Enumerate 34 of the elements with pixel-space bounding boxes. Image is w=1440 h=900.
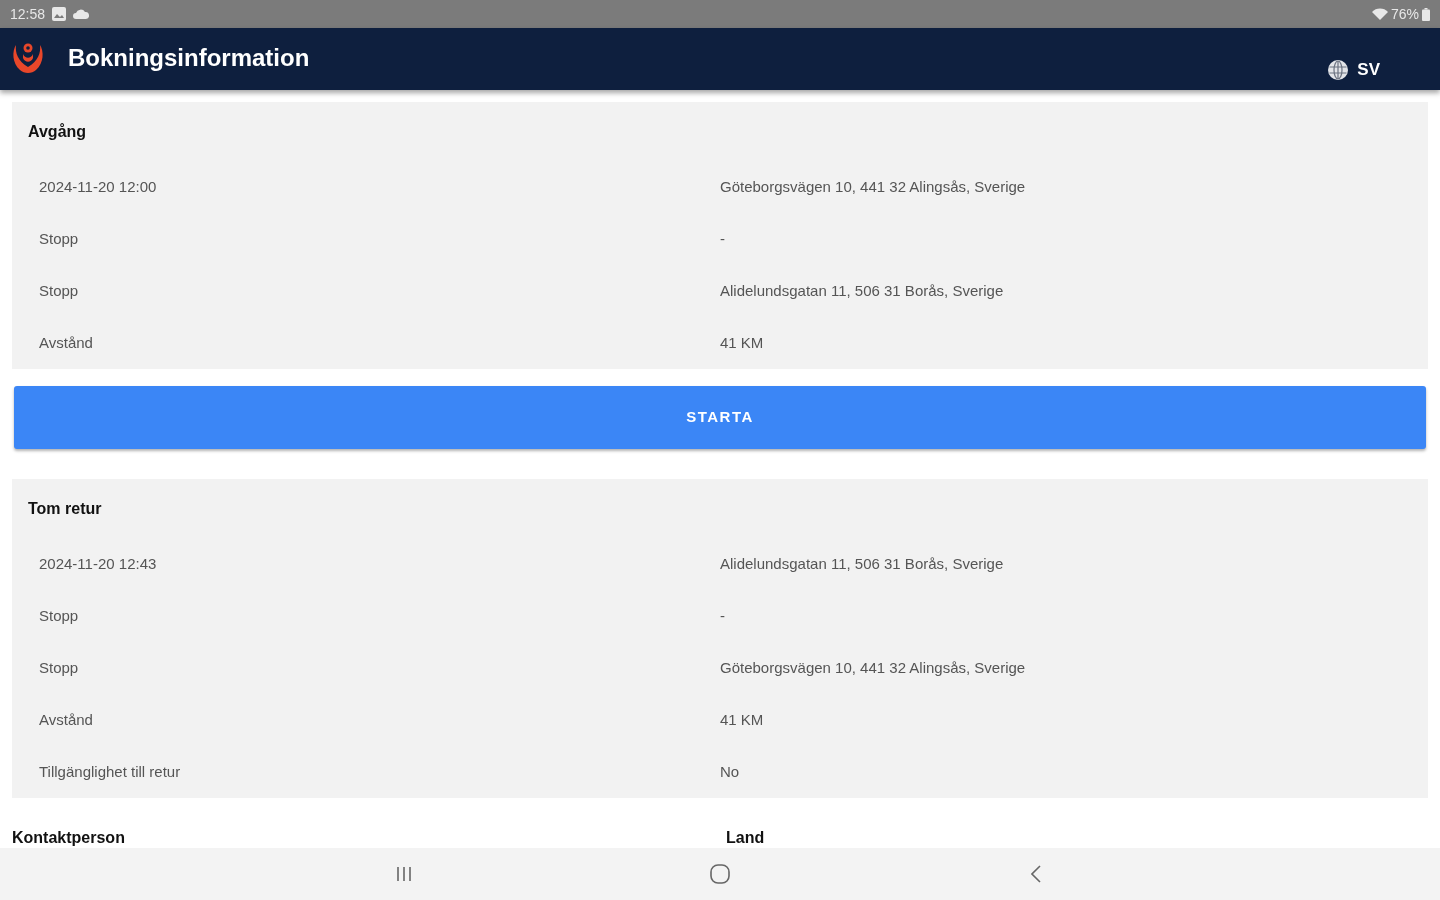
row-label: Tillgänglighet till retur [39,761,181,782]
home-icon[interactable] [708,862,732,886]
logo-icon [12,41,44,75]
status-time: 12:58 [10,4,46,24]
section-title: Tom retur [28,499,103,519]
field-label: Land [725,828,765,848]
row-label: Stopp [39,228,79,249]
row-label: 2024-11-20 12:00 [39,176,157,197]
section-title: Avgång [28,122,88,142]
start-button[interactable]: STARTA [14,386,1426,449]
field-label: Kontaktperson [12,828,125,848]
row-value: Alidelundsgatan 11, 506 31 Borås, Sverige [720,553,1004,574]
cloud-icon [73,9,90,19]
row-label: Stopp [39,605,79,626]
row-value: - [720,228,725,249]
globe-icon [1328,60,1349,80]
image-icon [52,7,67,21]
battery-icon [1422,7,1430,21]
row-value: 41 KM [720,332,764,353]
row-value: Alidelundsgatan 11, 506 31 Borås, Sverige [720,280,1004,301]
row-value: Göteborgsvägen 10, 441 32 Alingsås, Sverige [720,657,1026,678]
row-label: Stopp [39,280,79,301]
row-value: No [720,761,740,782]
row-label: Stopp [39,657,79,678]
row-label: Avstånd [39,709,93,730]
row-value: - [720,605,725,626]
row-value: Göteborgsvägen 10, 441 32 Alingsås, Sverige [720,176,1026,197]
row-label: 2024-11-20 12:43 [39,553,157,574]
row-value: 41 KM [720,709,764,730]
row-label: Avstånd [39,332,93,353]
language-button[interactable]: SV [1328,58,1380,82]
battery-percent: 76% [1390,4,1419,24]
page-title: Bokningsinformation [68,43,310,73]
wifi-icon [1371,8,1388,20]
